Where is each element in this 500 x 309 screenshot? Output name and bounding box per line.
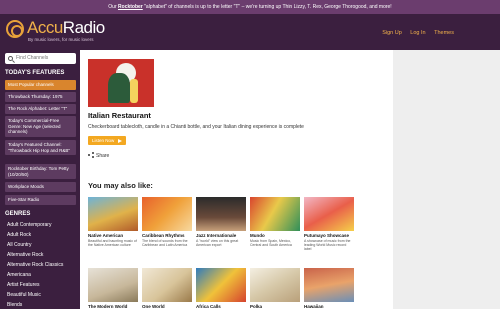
- banner-prefix: Our: [108, 4, 119, 10]
- channel-card[interactable]: Putumayo Showcase A showcase of music fr…: [304, 197, 354, 252]
- genre-item[interactable]: Adult Contemporary: [7, 222, 51, 228]
- channel-thumbnail: [304, 268, 354, 302]
- genre-item[interactable]: All Country: [7, 242, 31, 248]
- feature-item-commercial-free[interactable]: Today's Commercial-Free Genre: New Age (…: [5, 116, 76, 137]
- station-artwork: [88, 59, 154, 107]
- share-button[interactable]: Share: [88, 152, 109, 159]
- channel-card[interactable]: Africa Calls: [196, 268, 246, 309]
- channel-card[interactable]: One World: [142, 268, 192, 309]
- station-title: Italian Restaurant: [88, 111, 151, 120]
- channel-card[interactable]: Caribbean Rhythms The blend of sounds fr…: [142, 197, 192, 247]
- tagline: By music lovers, for music lovers: [28, 37, 94, 42]
- channel-card[interactable]: Polka: [250, 268, 300, 309]
- themes-link[interactable]: Themes: [434, 30, 454, 36]
- genre-item[interactable]: Alternative Rock Classics: [7, 262, 63, 268]
- channel-card[interactable]: The Modern World: [88, 268, 138, 309]
- signup-link[interactable]: Sign Up: [382, 30, 402, 36]
- channel-card[interactable]: Native American Beautiful and haunting m…: [88, 197, 138, 247]
- genre-item[interactable]: Beautiful Music: [7, 292, 41, 298]
- feature-item-five-star[interactable]: Five-Star Radio: [5, 195, 76, 205]
- genre-item[interactable]: Adult Rock: [7, 232, 31, 238]
- main-content: Italian Restaurant Checkerboard tableclo…: [80, 50, 393, 309]
- right-gutter: [393, 50, 500, 309]
- play-icon: [118, 138, 122, 143]
- search-placeholder: Find Channels: [16, 55, 49, 61]
- genres-heading: GENRES: [5, 211, 31, 217]
- channel-thumbnail: [304, 197, 354, 231]
- genre-item[interactable]: Artist Features: [7, 282, 40, 288]
- feature-item-throwback-thursday[interactable]: Throwback Thursday: 1975: [5, 92, 76, 102]
- channel-card[interactable]: Mundo Music from Spain, Mexico, Central …: [250, 197, 300, 247]
- search-icon: [8, 56, 13, 61]
- banner-text: "alphabet" of channels is up to the lett…: [142, 4, 392, 10]
- recommendations-heading: You may also like:: [88, 181, 153, 190]
- channel-card[interactable]: Hawaiian: [304, 268, 354, 309]
- announcement-banner: Our Rocktober "alphabet" of channels is …: [0, 0, 500, 14]
- genre-item[interactable]: Blends: [7, 302, 22, 308]
- channel-thumbnail: [142, 197, 192, 231]
- accuradio-logo[interactable]: AccuRadio: [27, 18, 105, 38]
- radio-waves-icon[interactable]: [6, 20, 24, 38]
- feature-item-most-popular[interactable]: Most Popular channels: [5, 80, 76, 90]
- channel-thumbnail: [88, 197, 138, 231]
- channel-thumbnail: [196, 197, 246, 231]
- feature-item-featured-channel[interactable]: Today's Featured Channel: "Throwback Hip…: [5, 140, 76, 155]
- top-nav: Sign Up Log In Themes: [375, 30, 454, 36]
- sidebar: Find Channels TODAY'S FEATURES Most Popu…: [0, 50, 80, 309]
- channel-thumbnail: [88, 268, 138, 302]
- share-icon: [88, 152, 94, 158]
- search-input[interactable]: Find Channels: [5, 53, 76, 64]
- channel-thumbnail: [250, 197, 300, 231]
- site-header: AccuRadio By music lovers, for music lov…: [0, 14, 500, 50]
- feature-item-workplace-moods[interactable]: Workplace Moods: [5, 182, 76, 192]
- genre-item[interactable]: Americana: [7, 272, 31, 278]
- feature-item-rock-alphabet[interactable]: The Rock Alphabet: Letter "T": [5, 104, 76, 114]
- features-heading: TODAY'S FEATURES: [5, 70, 65, 76]
- station-description: Checkerboard tablecloth, candle in a Chi…: [88, 124, 304, 130]
- listen-now-button[interactable]: Listen Now: [88, 136, 126, 145]
- banner-rocktober-link[interactable]: Rocktober: [118, 4, 143, 10]
- genre-item[interactable]: Alternative Rock: [7, 252, 43, 258]
- channel-thumbnail: [250, 268, 300, 302]
- channel-card[interactable]: Jazz Internationale A "world" view on th…: [196, 197, 246, 247]
- channel-thumbnail: [196, 268, 246, 302]
- feature-item-birthday[interactable]: Rocktober Birthday: Tom Petty (10/20/50): [5, 164, 76, 179]
- channel-thumbnail: [142, 268, 192, 302]
- login-link[interactable]: Log In: [410, 30, 425, 36]
